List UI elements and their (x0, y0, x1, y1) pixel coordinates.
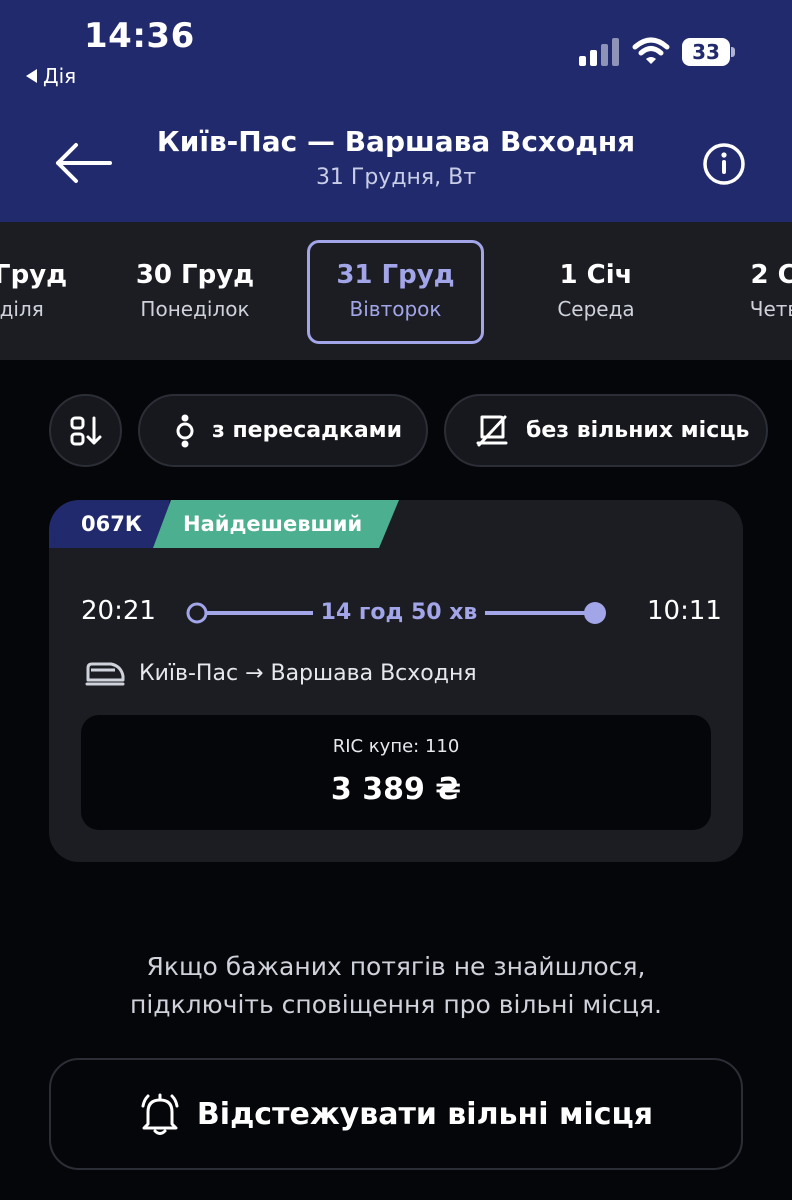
cheapest-badge: Найдешевший (153, 500, 399, 548)
track-seats-label: Відстежувати вільні місця (196, 1096, 654, 1132)
date-item-selected[interactable]: 31 Груд Вівторок (307, 240, 484, 344)
track-seats-button[interactable]: Відстежувати вільні місця (49, 1058, 743, 1170)
route-title-block: Київ-Пас — Варшава Всходня 31 Грудня, Вт (120, 124, 672, 192)
date-label: 31 Груд (336, 260, 455, 290)
date-item[interactable]: 2 Січ Четвер (712, 240, 792, 344)
departure-time: 20:21 (81, 596, 156, 626)
cellular-signal-icon (579, 38, 619, 66)
arrival-time: 10:11 (647, 596, 722, 626)
status-time: 14:36 (84, 16, 195, 56)
filter-transfers[interactable]: з пересадками (138, 394, 428, 467)
page-subtitle: 31 Грудня, Вт (315, 165, 477, 190)
price: 3 389 ₴ (330, 772, 462, 807)
weekday-label: Неділя (0, 297, 44, 321)
train-card[interactable]: 067К Найдешевший 20:21 14 год 50 хв 10:1… (49, 500, 743, 862)
back-triangle-icon (26, 69, 37, 83)
date-label: 1 Січ (559, 260, 633, 290)
weekday-label: Вівторок (349, 297, 442, 321)
battery-level: 33 (692, 40, 720, 64)
filter-no-seats[interactable]: без вільних місць (444, 394, 768, 467)
bell-icon (141, 1093, 179, 1135)
status-back-label: Дія (43, 64, 77, 88)
train-route: Київ-Пас → Варшава Всходня (139, 661, 477, 686)
battery-icon: 33 (682, 38, 735, 66)
date-item[interactable]: 1 Січ Середа (526, 240, 666, 344)
seat-off-icon (476, 415, 508, 446)
notice-line: Якщо бажаних потягів не знайшлося, (146, 952, 646, 981)
car-class: RIC купе: 110 (332, 736, 460, 757)
info-icon[interactable] (702, 142, 746, 186)
no-trains-notice: Якщо бажаних потягів не знайшлося, підкл… (60, 948, 732, 1024)
train-icon (85, 662, 125, 686)
weekday-label: Середа (557, 297, 635, 321)
page-title: Київ-Пас — Варшава Всходня (156, 125, 636, 158)
arrow-left-icon[interactable] (52, 140, 114, 186)
wifi-icon (632, 37, 670, 64)
date-label: 29 Груд (0, 260, 68, 290)
sort-icon (70, 416, 101, 445)
train-number: 067К (49, 500, 169, 548)
weekday-label: Четвер (749, 297, 792, 321)
status-back-to-app[interactable]: Дія (26, 64, 76, 88)
transfer-stop-icon (176, 414, 194, 447)
filter-transfers-label: з пересадками (212, 418, 403, 443)
filter-no-seats-label: без вільних місць (526, 418, 750, 443)
date-label: 30 Груд (135, 260, 255, 290)
date-item[interactable]: 29 Груд Неділя (0, 240, 78, 344)
trip-duration: 14 год 50 хв (313, 598, 485, 628)
header: 14:36 Дія 33 Київ-Пас — Варшава Всходня … (0, 0, 792, 222)
fare-option[interactable]: RIC купе: 110 3 389 ₴ (81, 715, 711, 830)
date-selector: 29 Груд Неділя 30 Груд Понеділок 31 Груд… (0, 222, 792, 360)
date-item[interactable]: 30 Груд Понеділок (120, 240, 270, 344)
weekday-label: Понеділок (140, 297, 250, 321)
sort-button[interactable] (49, 394, 122, 467)
date-label: 2 Січ (750, 260, 792, 290)
notice-line: підключіть сповіщення про вільні місця. (130, 990, 662, 1019)
